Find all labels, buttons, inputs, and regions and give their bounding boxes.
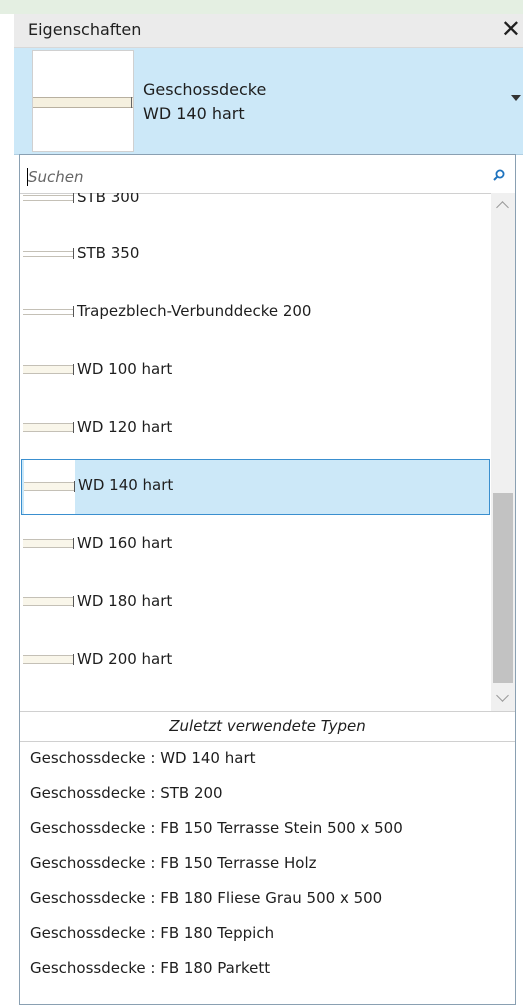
swatch-icon: [23, 365, 73, 374]
type-list: STB 300 STB 350 Trapezblech-Verbunddecke…: [20, 193, 491, 711]
list-item-wd-140-selected[interactable]: WD 140 hart: [21, 459, 490, 515]
list-item-label: WD 160 hart: [77, 534, 173, 552]
list-item-trapezblech[interactable]: Trapezblech-Verbunddecke 200: [20, 285, 491, 341]
list-item-wd-100[interactable]: WD 100 hart: [20, 343, 491, 399]
recent-item-label: Geschossdecke : FB 180 Parkett: [30, 959, 271, 977]
list-item-label: WD 140 hart: [78, 476, 174, 494]
list-item-stb-350[interactable]: STB 350: [20, 227, 491, 283]
recent-item[interactable]: Geschossdecke : STB 200: [20, 776, 515, 811]
properties-titlebar: Eigenschaften ✕: [14, 14, 523, 48]
recent-item-label: Geschossdecke : WD 140 hart: [30, 749, 256, 767]
recent-item[interactable]: Geschossdecke : FB 180 Fliese Grau 500 x…: [20, 881, 515, 916]
type-family-label: Geschossdecke: [143, 80, 267, 99]
recent-item-label: Geschossdecke : STB 200: [30, 784, 223, 802]
recent-item-label: Geschossdecke : FB 150 Terrasse Stein 50…: [30, 819, 403, 837]
recent-item[interactable]: Geschossdecke : FB 150 Terrasse Stein 50…: [20, 811, 515, 846]
window-top-strip: [0, 0, 523, 14]
recent-item[interactable]: Geschossdecke : FB 180 Teppich: [20, 916, 515, 951]
recent-item-label: Geschossdecke : FB 150 Terrasse Holz: [30, 854, 317, 872]
list-item-label: STB 300: [77, 193, 140, 206]
recent-item-label: Geschossdecke : FB 180 Fliese Grau 500 x…: [30, 889, 383, 907]
swatch-icon: [24, 482, 74, 491]
recent-item-label: Geschossdecke : FB 180 Teppich: [30, 924, 275, 942]
search-placeholder: Suchen: [28, 168, 84, 186]
scrollbar-thumb[interactable]: [493, 493, 513, 683]
list-item-wd-120[interactable]: WD 120 hart: [20, 401, 491, 457]
swatch-icon: [23, 539, 73, 548]
swatch-icon: [23, 655, 73, 664]
list-item-label: WD 200 hart: [77, 650, 173, 668]
scroll-down-icon[interactable]: [496, 689, 509, 702]
search-field[interactable]: Suchen: [20, 159, 515, 194]
close-icon[interactable]: ✕: [501, 15, 521, 43]
swatch-icon: [23, 597, 73, 606]
swatch-icon: [23, 195, 73, 201]
list-item-label: WD 100 hart: [77, 360, 173, 378]
type-dropdown-list: Suchen STB 300 STB 350 Trapezblech-Verbu…: [19, 154, 516, 1005]
text-cursor: [27, 168, 28, 186]
list-item-wd-160[interactable]: WD 160 hart: [20, 517, 491, 573]
swatch-icon: [23, 423, 73, 432]
scroll-up-icon[interactable]: [496, 201, 509, 214]
list-item-wd-180[interactable]: WD 180 hart: [20, 575, 491, 631]
recent-item[interactable]: Geschossdecke : FB 180 Parkett: [20, 951, 515, 986]
recent-types-header: Zuletzt verwendete Typen: [20, 711, 515, 742]
type-selector[interactable]: Geschossdecke WD 140 hart: [14, 48, 523, 155]
swatch-icon: [23, 309, 73, 315]
list-item-label: WD 120 hart: [77, 418, 173, 436]
search-icon[interactable]: [493, 169, 505, 181]
recent-item[interactable]: Geschossdecke : WD 140 hart: [20, 741, 515, 776]
swatch-icon: [23, 251, 73, 257]
list-item-label: STB 350: [77, 244, 140, 262]
list-item-wd-200[interactable]: WD 200 hart: [20, 633, 491, 689]
dropdown-caret-icon[interactable]: [511, 95, 521, 101]
list-item-stb-300[interactable]: STB 300: [20, 193, 491, 227]
type-preview-thumbnail: [32, 50, 134, 152]
list-item-label: WD 180 hart: [77, 592, 173, 610]
recent-item[interactable]: Geschossdecke : FB 150 Terrasse Holz: [20, 846, 515, 881]
list-scrollbar[interactable]: [491, 193, 515, 711]
type-name-label: WD 140 hart: [143, 104, 245, 123]
panel-title: Eigenschaften: [28, 20, 142, 39]
list-item-label: Trapezblech-Verbunddecke 200: [77, 302, 312, 320]
